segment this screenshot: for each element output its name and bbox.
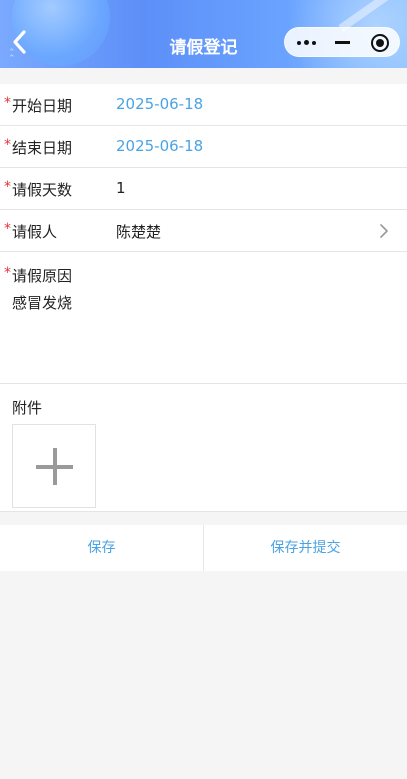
- required-mark: *: [4, 179, 11, 195]
- field-label: 请假原因: [12, 267, 73, 285]
- applicant-field[interactable]: * 请假人 陈楚楚: [0, 210, 407, 252]
- upload-button[interactable]: [12, 424, 96, 508]
- required-mark: *: [4, 137, 11, 153]
- target-circle-icon[interactable]: [371, 34, 389, 52]
- chevron-right-icon[interactable]: [378, 223, 390, 239]
- field-label: 请假天数: [12, 181, 73, 199]
- field-label: 结束日期: [12, 139, 73, 157]
- leave-reason-textarea[interactable]: 感冒发烧: [12, 292, 72, 313]
- attachment-section: 附件: [0, 384, 407, 512]
- mini-program-capsule: [284, 27, 400, 57]
- leave-reason-field[interactable]: * 请假原因 感冒发烧: [0, 252, 407, 384]
- attachment-label: 附件: [12, 399, 43, 417]
- end-date-value[interactable]: 2025-06-18: [116, 137, 203, 155]
- start-date-field[interactable]: * 开始日期 2025-06-18: [0, 84, 407, 126]
- leave-days-value: 1: [116, 179, 126, 197]
- minimize-icon[interactable]: [335, 41, 350, 44]
- save-and-submit-button[interactable]: 保存并提交: [203, 525, 407, 571]
- save-button[interactable]: 保存: [0, 525, 203, 571]
- action-bar: 保存 保存并提交: [0, 525, 407, 571]
- app-header: ⌃ ⌃ 请假登记: [0, 0, 407, 68]
- leave-days-field: * 请假天数 1: [0, 168, 407, 210]
- field-label: 请假人: [12, 223, 58, 241]
- applicant-value[interactable]: 陈楚楚: [116, 221, 161, 242]
- field-label: 开始日期: [12, 97, 73, 115]
- end-date-field[interactable]: * 结束日期 2025-06-18: [0, 126, 407, 168]
- start-date-value[interactable]: 2025-06-18: [116, 95, 203, 113]
- more-dots-icon[interactable]: [297, 36, 317, 50]
- required-mark: *: [4, 265, 11, 281]
- required-mark: *: [4, 95, 11, 111]
- leave-form: * 开始日期 2025-06-18 * 结束日期 2025-06-18 * 请假…: [0, 84, 407, 512]
- required-mark: *: [4, 221, 11, 237]
